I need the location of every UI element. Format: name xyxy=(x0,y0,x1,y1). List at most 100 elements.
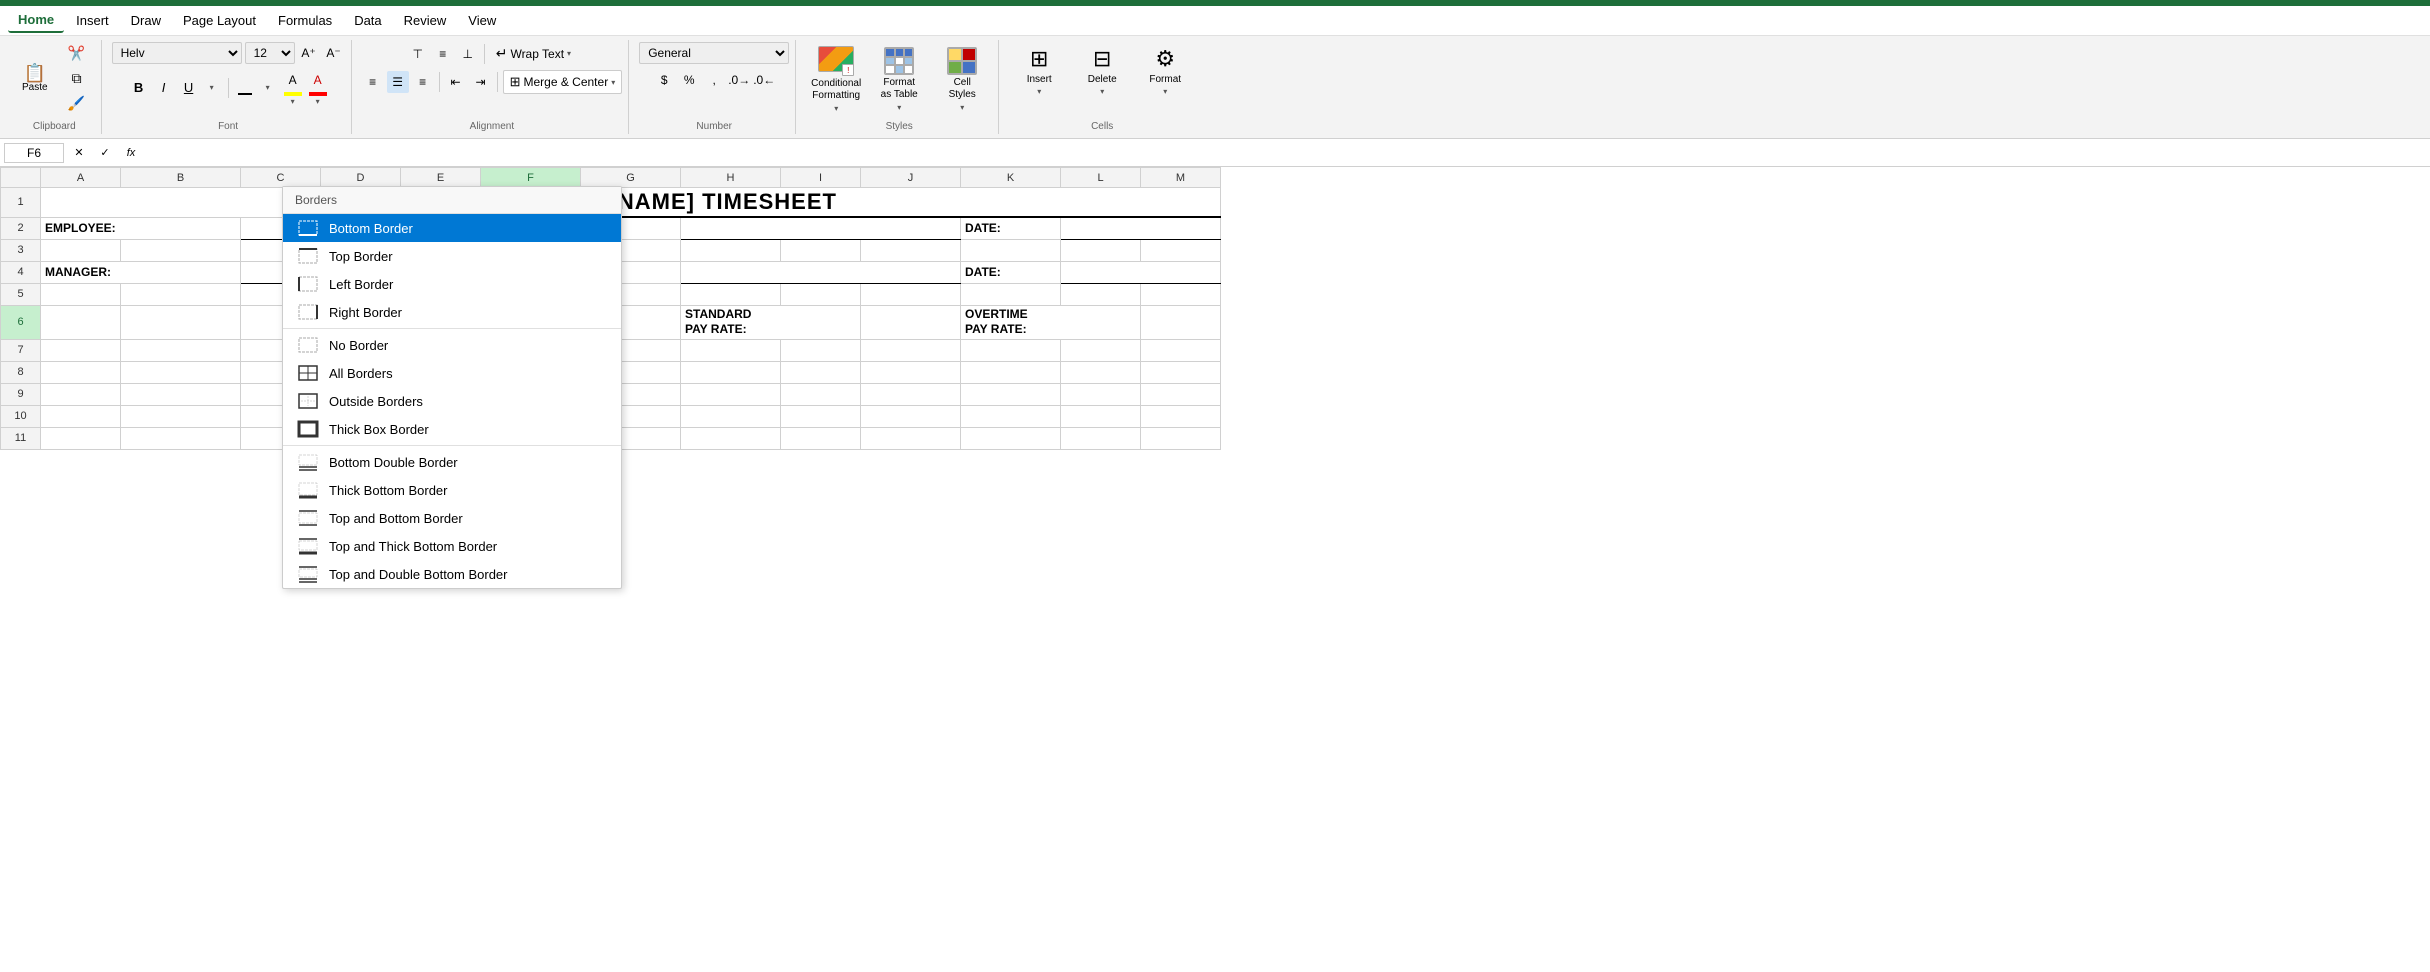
cell-k7[interactable] xyxy=(961,339,1061,361)
italic-button[interactable]: I xyxy=(153,77,175,99)
cell-h2[interactable] xyxy=(681,217,961,239)
border-button[interactable] xyxy=(234,77,256,99)
font-name-select[interactable]: Helv xyxy=(112,42,242,64)
delete-button[interactable]: ⊟ Delete ▾ xyxy=(1072,42,1132,100)
insert-button[interactable]: ⊞ Insert ▾ xyxy=(1009,42,1069,100)
cell-m7[interactable] xyxy=(1141,339,1221,361)
row-header-11[interactable]: 11 xyxy=(1,427,41,449)
cell-a7[interactable] xyxy=(41,339,121,361)
font-size-select[interactable]: 12 xyxy=(245,42,295,64)
cell-k10[interactable] xyxy=(961,405,1061,427)
bottom-border-item[interactable]: Bottom Border xyxy=(283,214,621,242)
top-and-bottom-border-item[interactable]: Top and Bottom Border xyxy=(283,504,621,532)
cell-m6[interactable] xyxy=(1141,305,1221,339)
cell-a2[interactable]: EMPLOYEE: xyxy=(41,217,241,239)
bottom-double-border-item[interactable]: Bottom Double Border xyxy=(283,448,621,476)
right-border-item[interactable]: Right Border xyxy=(283,298,621,326)
cell-i3[interactable] xyxy=(781,239,861,261)
cell-j9[interactable] xyxy=(861,383,961,405)
cell-l10[interactable] xyxy=(1061,405,1141,427)
left-border-item[interactable]: Left Border xyxy=(283,270,621,298)
cell-h4[interactable] xyxy=(681,261,961,283)
comma-button[interactable]: , xyxy=(703,69,725,91)
cell-l2[interactable] xyxy=(1061,217,1221,239)
border-dropdown[interactable]: ▾ xyxy=(257,77,279,99)
top-border-item[interactable]: Top Border xyxy=(283,242,621,270)
cancel-formula-button[interactable]: ✕ xyxy=(68,142,90,164)
cell-k6[interactable]: OVERTIMEPAY RATE: xyxy=(961,305,1141,339)
wrap-text-button[interactable]: ↵ Wrap Text ▾ xyxy=(490,42,577,65)
cell-h9[interactable] xyxy=(681,383,781,405)
decrease-decimal-button[interactable]: .0← xyxy=(753,69,775,91)
cell-a9[interactable] xyxy=(41,383,121,405)
row-header-2[interactable]: 2 xyxy=(1,217,41,239)
cell-l4[interactable] xyxy=(1061,261,1221,283)
cell-b9[interactable] xyxy=(121,383,241,405)
cell-k11[interactable] xyxy=(961,427,1061,449)
font-color-button[interactable]: A xyxy=(307,69,329,91)
row-header-10[interactable]: 10 xyxy=(1,405,41,427)
no-border-item[interactable]: No Border xyxy=(283,331,621,359)
col-header-i[interactable]: I xyxy=(781,168,861,188)
col-header-j[interactable]: J xyxy=(861,168,961,188)
increase-indent-button[interactable]: ⇥ xyxy=(470,71,492,93)
cell-b10[interactable] xyxy=(121,405,241,427)
cell-a10[interactable] xyxy=(41,405,121,427)
col-header-b[interactable]: B xyxy=(121,168,241,188)
align-top-button[interactable]: ⊤ xyxy=(407,43,429,65)
cell-k9[interactable] xyxy=(961,383,1061,405)
cell-j10[interactable] xyxy=(861,405,961,427)
cell-i5[interactable] xyxy=(781,283,861,305)
row-header-3[interactable]: 3 xyxy=(1,239,41,261)
cell-k8[interactable] xyxy=(961,361,1061,383)
cell-h5[interactable] xyxy=(681,283,781,305)
cell-m11[interactable] xyxy=(1141,427,1221,449)
cell-j5[interactable] xyxy=(861,283,961,305)
cell-b6[interactable] xyxy=(121,305,241,339)
cell-a11[interactable] xyxy=(41,427,121,449)
underline-button[interactable]: U xyxy=(178,77,200,99)
percent-button[interactable]: % xyxy=(678,69,700,91)
cell-a5[interactable] xyxy=(41,283,121,305)
cell-m8[interactable] xyxy=(1141,361,1221,383)
align-middle-button[interactable]: ≡ xyxy=(432,43,454,65)
confirm-formula-button[interactable]: ✓ xyxy=(94,142,116,164)
cell-k2[interactable]: DATE: xyxy=(961,217,1061,239)
highlight-button[interactable]: A xyxy=(282,69,304,91)
increase-font-size-button[interactable]: A⁺ xyxy=(298,42,320,64)
bold-button[interactable]: B xyxy=(128,77,150,99)
menu-insert[interactable]: Insert xyxy=(66,9,119,32)
cell-i11[interactable] xyxy=(781,427,861,449)
menu-draw[interactable]: Draw xyxy=(121,9,171,32)
format-as-table-button[interactable]: Formatas Table ▾ xyxy=(869,43,929,116)
font-color-dropdown[interactable]: ▾ xyxy=(307,96,329,106)
cell-j6[interactable] xyxy=(861,305,961,339)
cell-m9[interactable] xyxy=(1141,383,1221,405)
cell-l9[interactable] xyxy=(1061,383,1141,405)
row-header-4[interactable]: 4 xyxy=(1,261,41,283)
cell-b8[interactable] xyxy=(121,361,241,383)
col-header-e[interactable]: E xyxy=(401,168,481,188)
cell-m3[interactable] xyxy=(1141,239,1221,261)
cell-h3[interactable] xyxy=(681,239,781,261)
outside-borders-item[interactable]: Outside Borders xyxy=(283,387,621,415)
cell-j11[interactable] xyxy=(861,427,961,449)
highlight-dropdown[interactable]: ▾ xyxy=(282,96,304,106)
cell-b11[interactable] xyxy=(121,427,241,449)
cell-h11[interactable] xyxy=(681,427,781,449)
cell-j8[interactable] xyxy=(861,361,961,383)
cell-b5[interactable] xyxy=(121,283,241,305)
cell-a8[interactable] xyxy=(41,361,121,383)
menu-home[interactable]: Home xyxy=(8,8,64,33)
cell-h8[interactable] xyxy=(681,361,781,383)
format-cells-button[interactable]: ⚙ Format ▾ xyxy=(1135,42,1195,100)
all-borders-item[interactable]: All Borders xyxy=(283,359,621,387)
cell-i8[interactable] xyxy=(781,361,861,383)
cell-l5[interactable] xyxy=(1061,283,1141,305)
cell-i7[interactable] xyxy=(781,339,861,361)
cell-b3[interactable] xyxy=(121,239,241,261)
row-header-1[interactable]: 1 xyxy=(1,188,41,218)
cell-l11[interactable] xyxy=(1061,427,1141,449)
menu-view[interactable]: View xyxy=(458,9,506,32)
copy-button[interactable]: ⧉ xyxy=(59,67,95,90)
